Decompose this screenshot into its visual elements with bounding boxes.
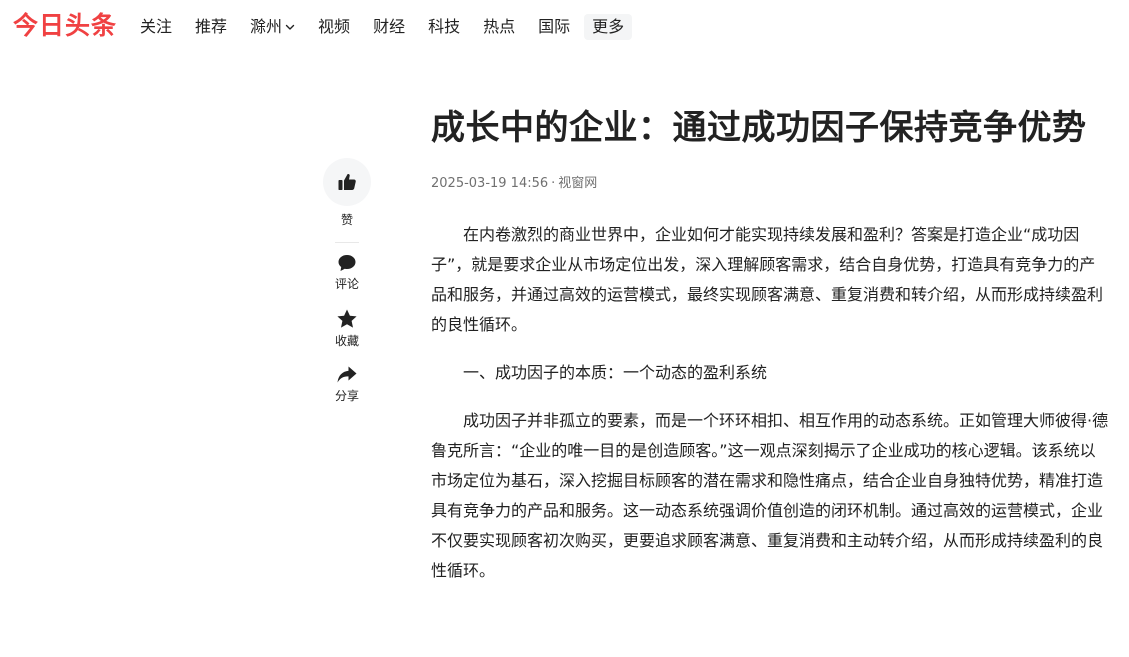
sidebar-divider xyxy=(335,242,359,243)
like-button[interactable] xyxy=(323,158,371,206)
star-icon xyxy=(337,309,357,328)
share-label: 分享 xyxy=(334,389,359,403)
toutiao-logo[interactable]: 今日头条 xyxy=(13,10,117,42)
nav-item-label: 国际 xyxy=(538,17,571,36)
nav-item-recommend[interactable]: 推荐 xyxy=(195,14,227,40)
article-action-sidebar: 赞 评论 收藏 分享 xyxy=(323,158,371,420)
nav-item-label: 滁州 xyxy=(250,17,283,36)
favorite-label: 收藏 xyxy=(334,334,359,348)
nav-item-city[interactable]: 滁州 xyxy=(250,14,295,40)
nav-item-label: 推荐 xyxy=(195,17,228,36)
article-title: 成长中的企业：通过成功因子保持竞争优势 xyxy=(431,108,1087,148)
publish-time: 2025-03-19 14:56 xyxy=(431,176,549,191)
top-nav: 关注 推荐 滁州 视频 财经 科技 热点 国际 更多 xyxy=(140,14,655,40)
nav-item-finance[interactable]: 财经 xyxy=(373,14,405,40)
article: 成长中的企业：通过成功因子保持竞争优势 2025-03-19 14:56 · 视窗网… xyxy=(431,100,1111,604)
nav-item-label: 科技 xyxy=(428,17,461,36)
nav-item-label: 关注 xyxy=(140,17,173,36)
meta-separator: · xyxy=(551,176,556,191)
nav-item-follow[interactable]: 关注 xyxy=(140,14,172,40)
article-meta: 2025-03-19 14:56 · 视窗网 xyxy=(431,174,1111,194)
comment-label: 评论 xyxy=(334,277,359,291)
article-source[interactable]: 视窗网 xyxy=(558,176,597,191)
favorite-button[interactable]: 收藏 xyxy=(323,308,371,349)
top-bar: 今日头条 关注 推荐 滁州 视频 财经 科技 热点 国际 更多 xyxy=(0,0,1129,52)
nav-item-international[interactable]: 国际 xyxy=(538,14,570,40)
chevron-down-icon xyxy=(285,24,295,30)
nav-item-video[interactable]: 视频 xyxy=(318,14,350,40)
like-label: 赞 xyxy=(340,213,353,227)
thumbs-up-icon xyxy=(338,173,356,190)
share-button[interactable]: 分享 xyxy=(323,365,371,404)
article-paragraph: 在内卷激烈的商业世界中，企业如何才能实现持续发展和盈利？答案是打造企业“成功因子… xyxy=(431,225,1104,334)
nav-more-button[interactable]: 更多 xyxy=(584,14,633,40)
nav-item-label: 热点 xyxy=(483,17,516,36)
nav-item-label: 视频 xyxy=(318,17,351,36)
share-icon xyxy=(337,366,357,383)
article-body: 在内卷激烈的商业世界中，企业如何才能实现持续发展和盈利？答案是打造企业“成功因子… xyxy=(431,220,1111,586)
comment-icon xyxy=(338,255,356,271)
nav-item-hot[interactable]: 热点 xyxy=(483,14,515,40)
comment-button[interactable]: 评论 xyxy=(323,253,371,292)
nav-item-label: 财经 xyxy=(373,17,406,36)
section-heading: 一、成功因子的本质：一个动态的盈利系统 xyxy=(463,363,768,382)
nav-item-tech[interactable]: 科技 xyxy=(428,14,460,40)
article-paragraph: 成功因子并非孤立的要素，而是一个环环相扣、相互作用的动态系统。正如管理大师彼得·… xyxy=(431,411,1109,580)
